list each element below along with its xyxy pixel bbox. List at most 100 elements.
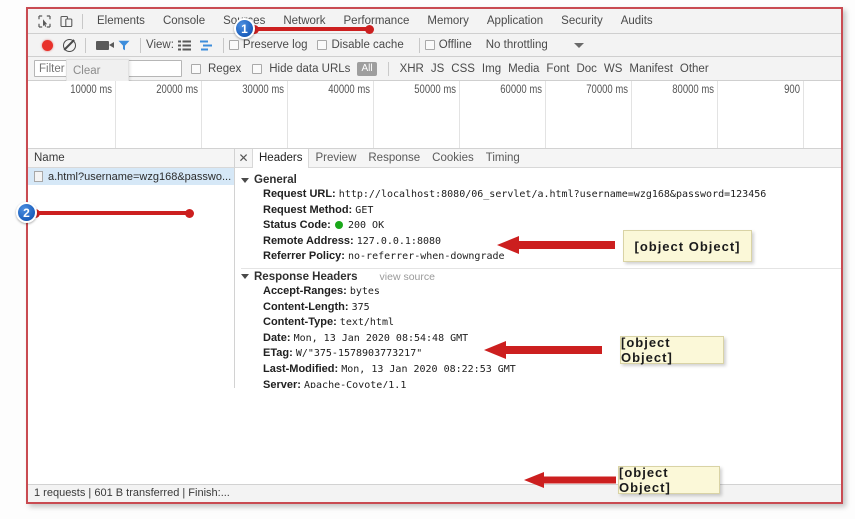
table-row[interactable]: a.html?username=wzg168&passwo... <box>28 168 234 185</box>
header-row: Request URL: http://localhost:8080/06_se… <box>241 187 841 203</box>
header-key: Server: <box>263 378 301 388</box>
inspect-element-icon[interactable] <box>33 11 55 32</box>
section-header-response-headers[interactable]: Response Headers view source <box>241 271 841 283</box>
funnel-icon[interactable] <box>113 35 135 56</box>
callout-arrow-3 <box>524 472 616 488</box>
timeline-tick-10000: 10000 ms <box>70 83 112 97</box>
device-toolbar-icon[interactable] <box>55 11 77 32</box>
callout-request-info: [object Object] <box>618 465 720 495</box>
tab-elements[interactable]: Elements <box>88 9 154 33</box>
network-toolbar: View: Preserve log Disable cache Offline… <box>28 34 841 57</box>
hide-data-urls-label: Hide data URLs <box>269 62 351 75</box>
type-filter-other[interactable]: Other <box>680 63 709 75</box>
tab-preview[interactable]: Preview <box>309 149 362 167</box>
toolbar-divider-5 <box>418 37 420 53</box>
header-value: Mon, 13 Jan 2020 08:54:48 GMT <box>293 332 469 344</box>
header-value: http://localhost:8080/06_servlet/a.html?… <box>338 189 767 200</box>
preserve-log-label: Preserve log <box>242 39 308 51</box>
callout-arrow-2 <box>484 341 602 359</box>
tab-console[interactable]: Console <box>154 9 214 33</box>
callout-arrow-1 <box>497 236 615 254</box>
record-icon[interactable] <box>36 35 58 56</box>
callout-global-request-info: [object Object] <box>623 230 752 262</box>
type-filter-img[interactable]: Img <box>482 63 501 75</box>
camera-icon[interactable] <box>91 35 114 56</box>
section-divider <box>241 267 841 269</box>
header-row: Request Method: GET <box>241 203 841 219</box>
callout-line-2 <box>31 208 194 218</box>
tab-security[interactable]: Security <box>552 9 612 33</box>
list-view-icon[interactable] <box>174 35 196 56</box>
header-value: Mon, 13 Jan 2020 08:22:53 GMT <box>341 363 516 375</box>
request-name: a.html?username=wzg168&passwo... <box>48 170 232 183</box>
regex-label: Regex <box>208 62 242 75</box>
section-title: Response Headers <box>254 270 358 283</box>
filter-bar: Clear Regex Hide data URLs All XHR JS CS… <box>28 57 841 83</box>
chevron-down-icon[interactable] <box>573 42 584 48</box>
header-value: bytes <box>349 285 380 297</box>
type-filter-all[interactable]: All <box>357 61 377 76</box>
type-filter-ws[interactable]: WS <box>604 63 623 75</box>
clear-icon[interactable] <box>58 35 80 56</box>
preserve-log-checkbox[interactable] <box>228 40 239 50</box>
header-value: GET <box>355 204 374 216</box>
section-title: General <box>254 174 297 186</box>
timeline-tick-40000: 40000 ms <box>328 83 370 97</box>
type-filter-xhr[interactable]: XHR <box>400 63 424 75</box>
tab-memory[interactable]: Memory <box>418 9 478 33</box>
waterfall-view-icon[interactable] <box>196 35 218 56</box>
tab-application[interactable]: Application <box>478 9 552 33</box>
filter-divider <box>387 61 389 76</box>
toolbar-divider <box>82 13 83 29</box>
callout-response-content: [object Object] <box>620 335 724 365</box>
view-source-link[interactable]: view source <box>380 271 435 283</box>
offline-label: Offline <box>438 39 472 51</box>
header-key: Request Method: <box>263 203 353 216</box>
requests-pane: Name a.html?username=wzg168&passwo... <box>28 149 235 388</box>
header-key: Status Code: <box>263 219 331 232</box>
annotation-marker-2: 2 <box>16 202 37 223</box>
offline-checkbox[interactable] <box>424 40 435 50</box>
document-icon <box>34 171 43 182</box>
type-filter-manifest[interactable]: Manifest <box>629 63 672 75</box>
toolbar-divider-3 <box>140 37 141 53</box>
tab-response[interactable]: Response <box>362 149 426 167</box>
throttling-select[interactable]: No throttling <box>486 39 548 51</box>
section-header-general[interactable]: General <box>241 174 841 186</box>
timeline-tick-20000: 20000 ms <box>156 83 198 97</box>
tab-audits[interactable]: Audits <box>612 9 662 33</box>
header-row: Server: Apache-Coyote/1.1 <box>241 378 841 388</box>
header-key: Last-Modified: <box>263 362 339 375</box>
close-icon[interactable]: ✕ <box>235 151 252 165</box>
type-filters: Regex Hide data URLs All XHR JS CSS Img … <box>191 61 709 76</box>
regex-checkbox[interactable] <box>191 63 201 74</box>
devtools-tabbar: Elements Console Sources Network Perform… <box>28 9 841 34</box>
clear-tooltip[interactable]: Clear <box>66 59 129 83</box>
tab-cookies[interactable]: Cookies <box>426 149 480 167</box>
header-key: Accept-Ranges: <box>263 284 347 297</box>
header-value: Apache-Coyote/1.1 <box>303 379 407 388</box>
type-filter-doc[interactable]: Doc <box>576 63 596 75</box>
timeline-overview[interactable]: 10000 ms 20000 ms 30000 ms 40000 ms 5000… <box>28 81 841 149</box>
tab-headers[interactable]: Headers <box>252 149 310 168</box>
callout-line-1 <box>250 24 374 34</box>
chevron-down-icon <box>241 177 249 183</box>
header-value: 375 <box>351 301 370 313</box>
header-key: Referrer Policy: <box>263 250 345 263</box>
header-key: Content-Length: <box>263 300 349 313</box>
toolbar-divider-2 <box>85 37 86 53</box>
requests-column-header[interactable]: Name <box>28 149 234 168</box>
type-filter-media[interactable]: Media <box>508 63 539 75</box>
timeline-tick-80000: 80000 ms <box>672 83 714 97</box>
disable-cache-checkbox[interactable] <box>317 40 328 50</box>
header-row: Accept-Ranges: bytes <box>241 284 841 300</box>
status-badge <box>334 221 343 230</box>
type-filter-font[interactable]: Font <box>546 63 569 75</box>
header-key: ETag: <box>263 347 293 360</box>
type-filter-js[interactable]: JS <box>431 63 444 75</box>
header-value: W/"375-1578903773217" <box>295 348 423 360</box>
hide-data-urls-checkbox[interactable] <box>252 63 263 74</box>
type-filter-css[interactable]: CSS <box>451 63 475 75</box>
tab-timing[interactable]: Timing <box>480 149 526 167</box>
header-key: Request URL: <box>263 188 336 200</box>
